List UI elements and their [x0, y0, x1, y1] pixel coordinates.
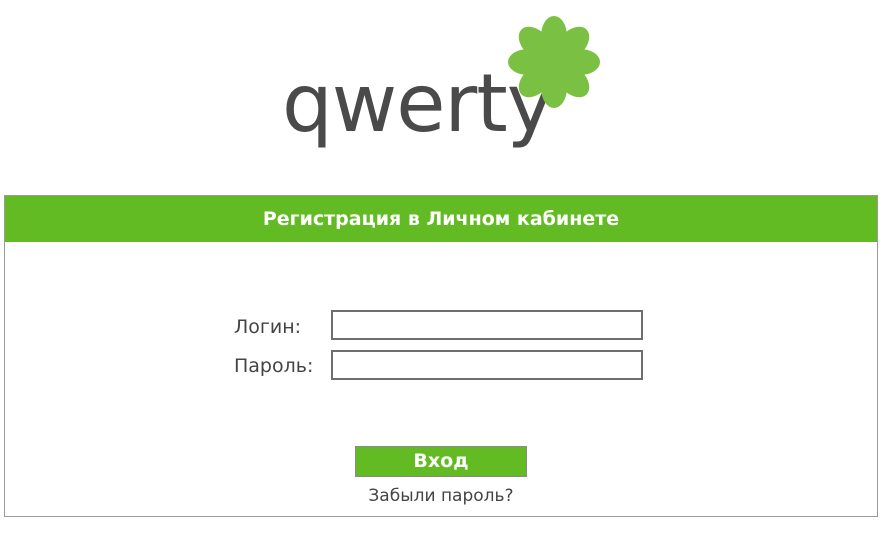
forgot-password-link[interactable]: Забыли пароль?: [5, 486, 877, 506]
green-flower-icon: [508, 16, 600, 108]
login-button[interactable]: Вход: [355, 446, 527, 477]
login-input[interactable]: [331, 310, 643, 340]
login-panel: Регистрация в Личном кабинете Логин: Пар…: [4, 195, 878, 517]
password-input[interactable]: [331, 350, 643, 380]
password-label: Пароль:: [234, 355, 314, 377]
login-label: Логин:: [234, 316, 302, 338]
brand-logo: qwerty: [280, 10, 610, 160]
panel-title: Регистрация в Личном кабинете: [5, 196, 877, 242]
